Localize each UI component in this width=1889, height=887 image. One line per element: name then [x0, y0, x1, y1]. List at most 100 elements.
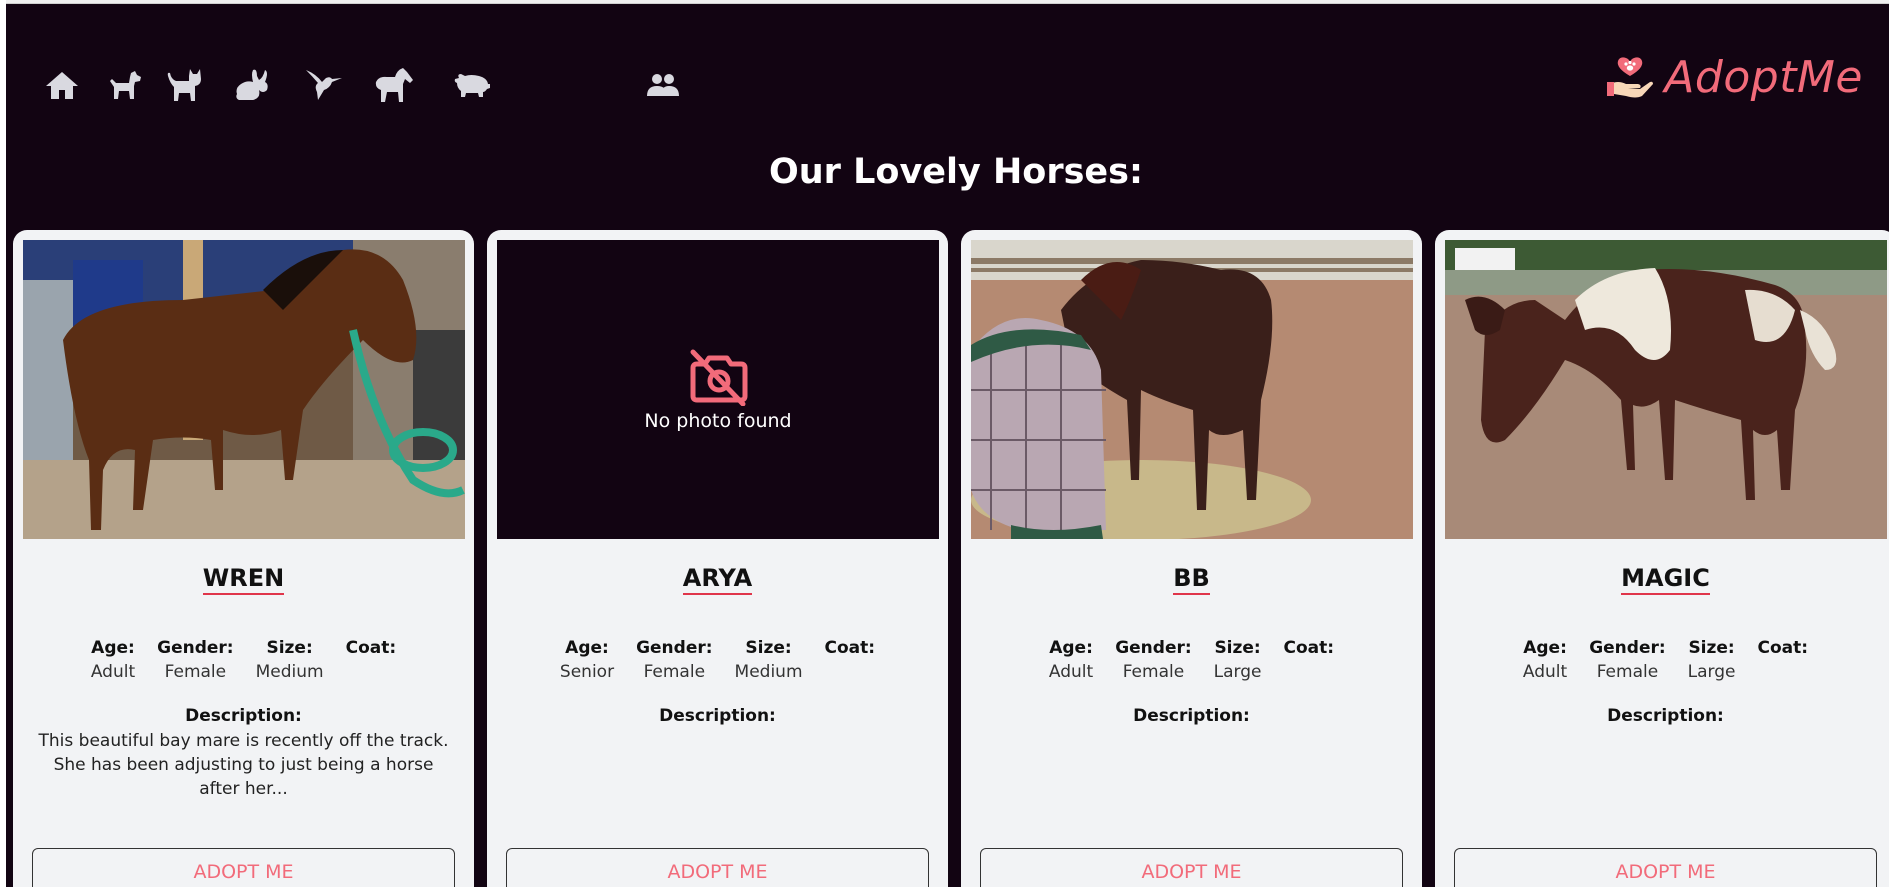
description-label: Description: [1133, 706, 1250, 726]
attr-age: Age: Adult [91, 638, 135, 682]
pet-card[interactable]: No photo found ARYA Age: Senior Gender: Fe… [487, 230, 948, 887]
brand-logo[interactable]: AdoptMe [1606, 52, 1863, 103]
attr-size: Size: Large [1214, 638, 1262, 682]
size-value: Large [1213, 662, 1262, 682]
horse-icon [375, 68, 413, 102]
description-label: Description: [185, 706, 302, 726]
age-value: Senior [559, 662, 615, 682]
pet-name[interactable]: MAGIC [1435, 564, 1889, 595]
adopt-button[interactable]: ADOPT ME [1454, 848, 1877, 887]
age-value: Adult [90, 662, 136, 682]
pet-photo[interactable] [23, 240, 465, 539]
nav-horses[interactable] [373, 64, 415, 106]
attr-size: Size: Medium [256, 638, 324, 682]
bay-horse-photo [23, 240, 465, 539]
gender-label: Gender: [157, 638, 234, 658]
pet-attributes: Age: Adult Gender: Female Size: Large Coat: [1435, 638, 1889, 682]
description-label: Description: [1607, 706, 1724, 726]
hummingbird-icon [306, 70, 342, 100]
users-icon [647, 74, 679, 96]
age-label: Age: [565, 638, 609, 658]
coat-label: Coat: [345, 638, 397, 658]
pet-photo[interactable] [1445, 240, 1887, 539]
nav-barnyard[interactable] [451, 64, 493, 106]
size-value: Medium [734, 662, 803, 682]
camera-off-icon [690, 349, 748, 406]
attr-gender: Gender: Female [157, 638, 233, 682]
coat-label: Coat: [824, 638, 876, 658]
attr-age: Age: Adult [1049, 638, 1093, 682]
pet-photo[interactable] [971, 240, 1413, 539]
gender-label: Gender: [1115, 638, 1192, 658]
size-label: Size: [745, 638, 792, 658]
brand-name: AdoptMe [1664, 52, 1863, 103]
nav-birds[interactable] [303, 64, 345, 106]
attr-gender: Gender: Female [1115, 638, 1191, 682]
coat-value [825, 662, 876, 682]
adopt-button[interactable]: ADOPT ME [32, 848, 455, 887]
attr-coat: Coat: [825, 638, 876, 682]
coat-value [1758, 662, 1809, 682]
attr-coat: Coat: [346, 638, 397, 682]
adopt-button[interactable]: ADOPT ME [506, 848, 929, 887]
gender-value: Female [1596, 662, 1659, 682]
age-value: Adult [1048, 662, 1094, 682]
nav-cats[interactable] [164, 64, 206, 106]
pet-name[interactable]: ARYA [487, 564, 948, 595]
adopt-button[interactable]: ADOPT ME [980, 848, 1403, 887]
description-text: This beautiful bay mare is recently off … [38, 731, 449, 799]
gender-label: Gender: [1589, 638, 1666, 658]
coat-value [346, 662, 397, 682]
rabbit-icon [236, 69, 268, 100]
age-label: Age: [1523, 638, 1567, 658]
pet-attributes: Age: Adult Gender: Female Size: Medium Coat… [13, 638, 474, 682]
attr-coat: Coat: [1284, 638, 1335, 682]
attr-size: Size: Large [1688, 638, 1736, 682]
pet-card[interactable]: BB Age: Adult Gender: Female Size: Large Co… [961, 230, 1422, 887]
size-value: Medium [255, 662, 324, 682]
no-photo-placeholder: No photo found [497, 240, 939, 539]
pet-card[interactable]: MAGIC Age: Adult Gender: Female Size: Large… [1435, 230, 1889, 887]
age-label: Age: [91, 638, 135, 658]
gender-value: Female [1122, 662, 1185, 682]
coat-label: Coat: [1757, 638, 1809, 658]
cat-icon [167, 69, 201, 101]
attr-coat: Coat: [1758, 638, 1809, 682]
attr-size: Size: Medium [735, 638, 803, 682]
attr-age: Age: Adult [1523, 638, 1567, 682]
age-label: Age: [1049, 638, 1093, 658]
pinto-horse-photo [1445, 240, 1887, 539]
attr-age: Age: Senior [560, 638, 614, 682]
nav-home[interactable] [41, 64, 83, 106]
hand-heart-paw-icon [1607, 56, 1654, 97]
pig-icon [454, 74, 490, 97]
app-root: AdoptMe Our Lovely Horses: WREN Age: Adu… [6, 4, 1889, 887]
gender-value: Female [643, 662, 706, 682]
dark-horse-fly-mask-photo [971, 240, 1413, 539]
dog-icon [110, 71, 141, 99]
description-label: Description: [659, 706, 776, 726]
nav-dogs[interactable] [104, 64, 146, 106]
size-label: Size: [266, 638, 313, 658]
coat-label: Coat: [1283, 638, 1335, 658]
coat-value [1284, 662, 1335, 682]
pet-card[interactable]: WREN Age: Adult Gender: Female Size: Medium… [13, 230, 474, 887]
attr-gender: Gender: Female [1589, 638, 1665, 682]
pet-attributes: Age: Adult Gender: Female Size: Large Coat: [961, 638, 1422, 682]
gender-value: Female [164, 662, 227, 682]
age-value: Adult [1522, 662, 1568, 682]
size-label: Size: [1214, 638, 1261, 658]
nav-team[interactable] [642, 64, 684, 106]
no-photo-text: No photo found [644, 409, 792, 432]
page-title: Our Lovely Horses: [768, 152, 1143, 192]
navbar: AdoptMe [6, 4, 1889, 144]
pet-name[interactable]: BB [961, 564, 1422, 595]
size-label: Size: [1688, 638, 1735, 658]
pet-attributes: Age: Senior Gender: Female Size: Medium Coa… [487, 638, 948, 682]
pet-name[interactable]: WREN [13, 564, 474, 595]
gender-label: Gender: [636, 638, 713, 658]
size-value: Large [1687, 662, 1736, 682]
attr-gender: Gender: Female [636, 638, 712, 682]
nav-rabbits[interactable] [231, 64, 273, 106]
home-icon [46, 72, 78, 99]
